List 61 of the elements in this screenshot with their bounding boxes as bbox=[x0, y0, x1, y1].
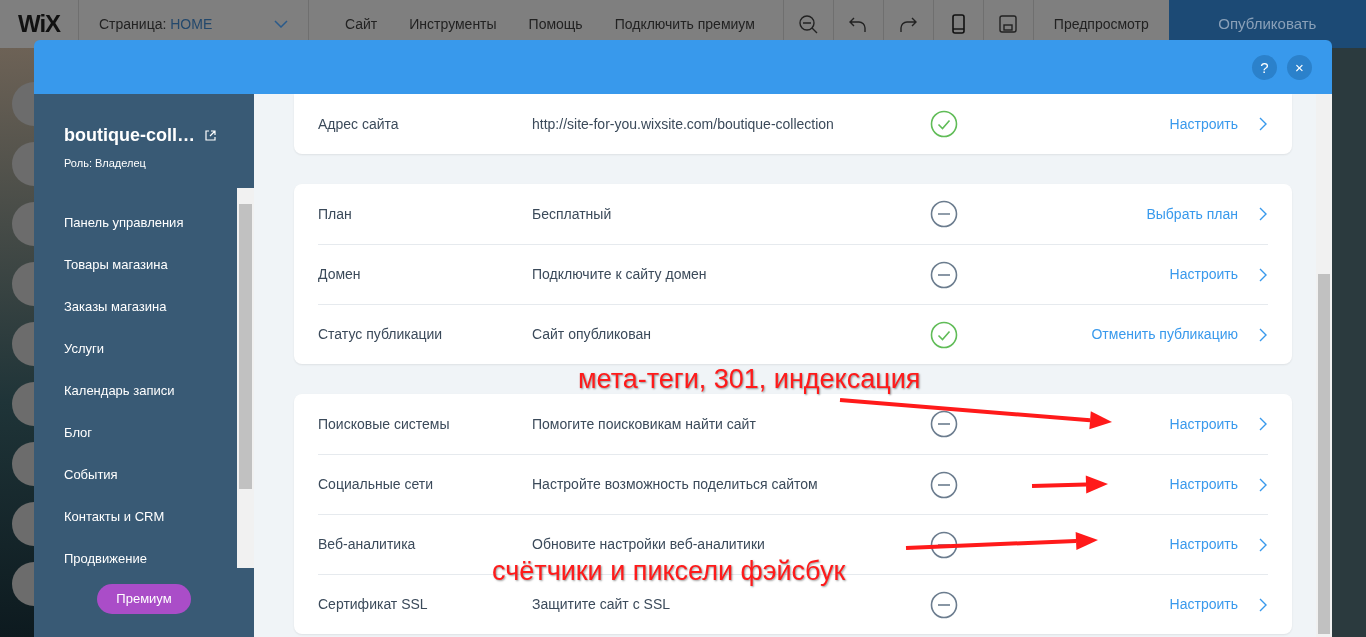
sidebar-item[interactable]: Товары магазина bbox=[34, 243, 237, 286]
chevron-right-icon[interactable] bbox=[1258, 207, 1268, 221]
chevron-right-icon[interactable] bbox=[1258, 417, 1268, 431]
action-link[interactable]: Настроить bbox=[998, 113, 1238, 135]
chevron-down-icon bbox=[274, 20, 288, 28]
preview-button[interactable]: Предпросмотр bbox=[1053, 13, 1149, 35]
row-label: Сертификат SSL bbox=[318, 595, 429, 614]
save-icon[interactable] bbox=[998, 14, 1019, 34]
sidebar-item[interactable]: Панель управления bbox=[34, 201, 237, 244]
action-link[interactable]: Настроить bbox=[998, 413, 1238, 435]
role-label: Роль: Владелец bbox=[64, 156, 147, 171]
row-value: Помогите поисковикам найти сайт bbox=[532, 414, 757, 434]
scrollbar[interactable] bbox=[1316, 94, 1332, 637]
action-link[interactable]: Настроить bbox=[998, 534, 1238, 555]
chevron-right-icon[interactable] bbox=[1258, 477, 1268, 492]
annotation-text: счётчики и пиксели фэйсбук bbox=[492, 558, 846, 585]
external-link-icon bbox=[205, 130, 216, 141]
row-label: Статус публикации bbox=[318, 325, 444, 344]
action-link[interactable]: Настроить bbox=[998, 264, 1238, 285]
menu-item[interactable]: Сайт bbox=[329, 13, 394, 35]
chevron-right-icon[interactable] bbox=[1258, 537, 1268, 552]
row-label: Веб-аналитика bbox=[318, 535, 417, 554]
row-label: Социальные сети bbox=[318, 475, 434, 494]
sidebar-item[interactable]: Блог bbox=[34, 411, 237, 454]
sidebar-item[interactable]: Услуги bbox=[34, 327, 237, 370]
menu-item[interactable]: Помощь bbox=[512, 13, 599, 35]
row-label: Адрес сайта bbox=[318, 114, 400, 134]
row-label: План bbox=[318, 204, 353, 224]
chevron-right-icon[interactable] bbox=[1258, 117, 1268, 131]
action-link[interactable]: Настроить bbox=[998, 474, 1238, 495]
annotation-text: мета-теги, 301, индексация bbox=[578, 366, 921, 393]
site-name: boutique-coll… bbox=[64, 124, 195, 147]
sidebar-item[interactable]: Заказы магазина bbox=[34, 285, 237, 328]
menu-item[interactable]: Инструменты bbox=[393, 13, 513, 35]
premium-button[interactable]: Премиум bbox=[97, 584, 191, 614]
help-button[interactable]: ? bbox=[1252, 54, 1277, 80]
row-value: Бесплатный bbox=[532, 204, 613, 224]
chevron-right-icon[interactable] bbox=[1258, 267, 1268, 282]
close-button[interactable]: × bbox=[1287, 54, 1312, 80]
row-value: Настройте возможность поделиться сайтом bbox=[532, 475, 819, 494]
row-value: Защитите сайт с SSL bbox=[532, 595, 671, 614]
row-value: Обновите настройки веб-аналитики bbox=[532, 535, 766, 554]
sidebar-item[interactable]: Календарь записи bbox=[34, 369, 237, 412]
chevron-right-icon[interactable] bbox=[1258, 597, 1268, 612]
action-link[interactable]: Выбрать план bbox=[998, 203, 1238, 225]
row-value: Сайт опубликован bbox=[532, 325, 652, 344]
row-label: Домен bbox=[318, 265, 362, 284]
sidebar-item[interactable]: Контакты и CRM bbox=[34, 495, 237, 538]
sidebar-item[interactable]: Продвижение bbox=[34, 537, 237, 580]
zoom-out-icon[interactable] bbox=[798, 14, 819, 34]
action-link[interactable]: Отменить публикацию bbox=[998, 324, 1238, 345]
sidebar-item[interactable]: События bbox=[34, 453, 237, 496]
page-selector[interactable]: Страница: HOME bbox=[99, 13, 213, 35]
scrollbar[interactable] bbox=[237, 188, 254, 568]
logo: WiX bbox=[16, 9, 62, 39]
row-value: Подключите к сайту домен bbox=[532, 265, 708, 284]
action-link[interactable]: Настроить bbox=[998, 594, 1238, 615]
row-label: Поисковые системы bbox=[318, 414, 451, 434]
row-value: http://site-for-you.wixsite.com/boutique-collection bbox=[532, 114, 835, 134]
chevron-right-icon[interactable] bbox=[1258, 327, 1268, 342]
menu-item[interactable]: Подключить премиум bbox=[598, 13, 771, 35]
